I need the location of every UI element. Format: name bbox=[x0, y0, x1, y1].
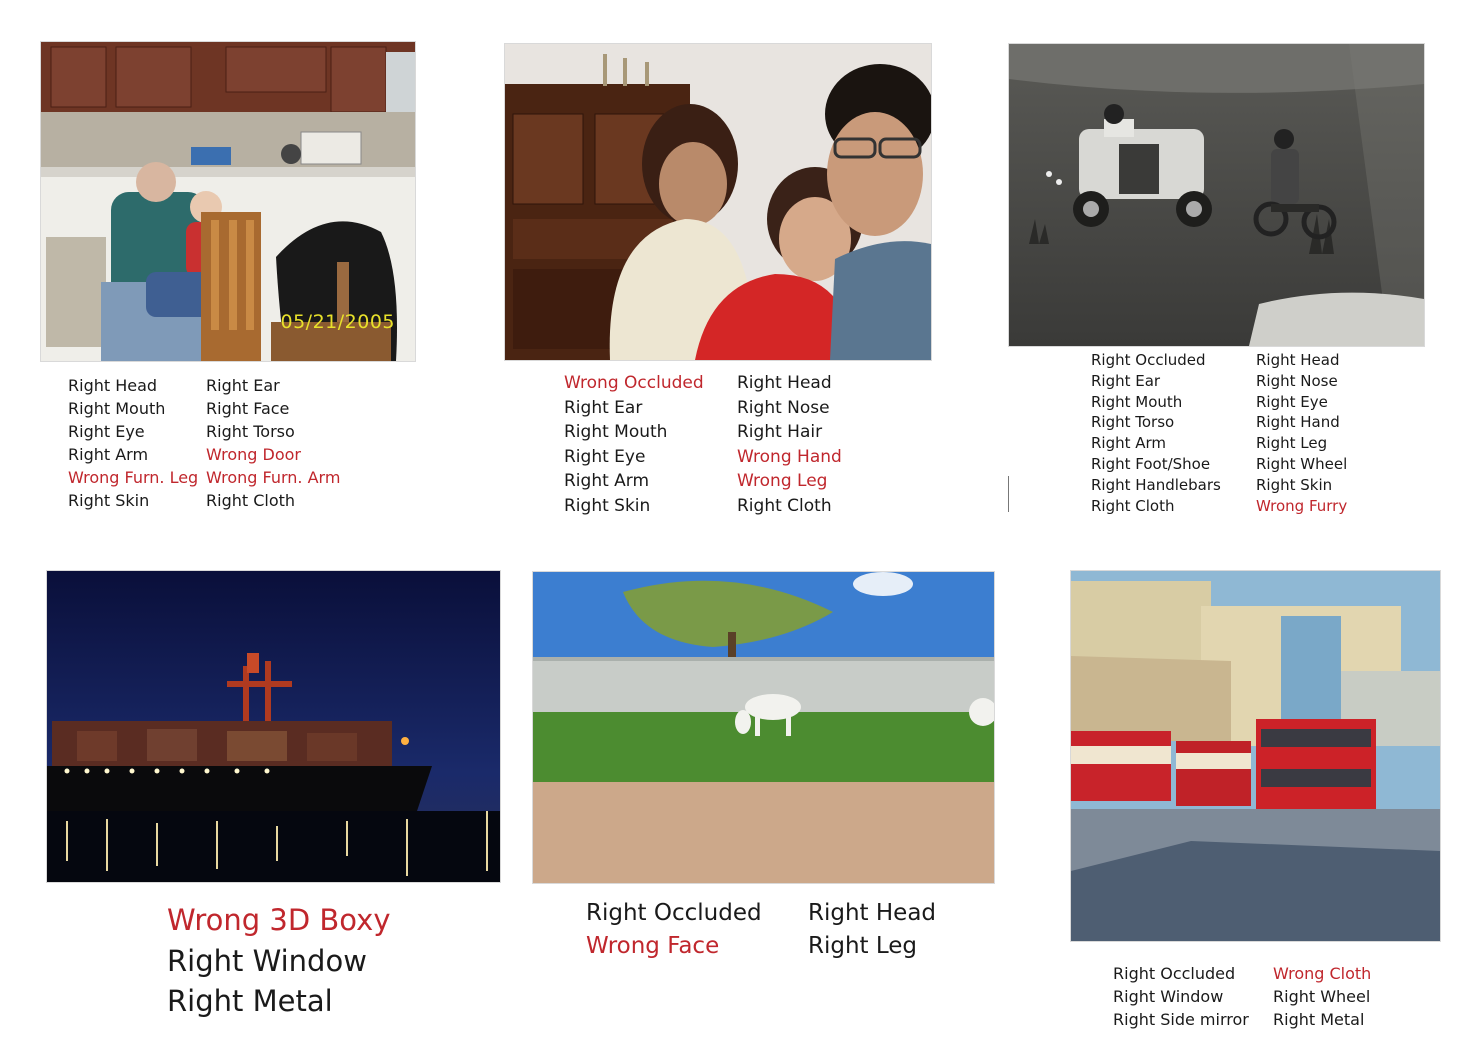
labels-panel-5-col-1: Right Occluded Wrong Face bbox=[586, 897, 762, 963]
label-item: Right Metal bbox=[1273, 1010, 1365, 1029]
labels-panel-4: Wrong 3D Boxy Right Window Right Metal bbox=[167, 900, 390, 1022]
photo-night-cargo-ship bbox=[47, 571, 500, 882]
label-item: Right Cloth bbox=[206, 491, 296, 510]
label-item: Right Head bbox=[1256, 351, 1340, 369]
labels-panel-2-col-1: Wrong Occluded Right Ear Right Mouth Rig… bbox=[564, 371, 704, 519]
label-item: Right Occluded bbox=[1113, 964, 1236, 983]
label-item: Right Ear bbox=[564, 397, 643, 418]
labels-panel-2-col-2: Right Head Right Nose Right Hair Wrong H… bbox=[737, 371, 842, 519]
label-item: Right Cloth bbox=[1091, 496, 1175, 515]
label-item: Right Foot/Shoe bbox=[1091, 454, 1211, 473]
label-item: Right Ear bbox=[1091, 371, 1161, 390]
photo-grazing-animals bbox=[533, 572, 994, 883]
label-item: Right Face bbox=[206, 399, 290, 418]
label-item: Right Hair bbox=[737, 422, 823, 443]
label-item: Wrong Leg bbox=[737, 471, 828, 492]
label-item: Right Skin bbox=[564, 495, 651, 516]
label-item: Right Mouth bbox=[68, 399, 166, 418]
label-item: Right Nose bbox=[1256, 371, 1338, 390]
label-item: Right Occluded bbox=[1091, 351, 1206, 369]
label-item: Wrong Door bbox=[206, 445, 301, 464]
label-item: Right Ear bbox=[206, 376, 280, 395]
labels-panel-5-col-2: Right Head Right Leg bbox=[808, 897, 936, 963]
labels-panel-3-col-2: Right Head Right Nose Right Eye Right Ha… bbox=[1256, 350, 1347, 516]
label-item: Right Head bbox=[808, 900, 937, 926]
label-item: Right Wheel bbox=[1273, 987, 1371, 1006]
photo-red-buses bbox=[1071, 571, 1440, 941]
label-item: Right Leg bbox=[808, 933, 918, 959]
label-item: Wrong Furn. Leg bbox=[68, 468, 199, 487]
label-item: Right Mouth bbox=[564, 422, 668, 443]
label-item: Right Eye bbox=[68, 422, 145, 441]
labels-panel-6-col-1: Right Occluded Right Window Right Side m… bbox=[1113, 962, 1249, 1031]
labels-panel-1-col-1: Right Head Right Mouth Right Eye Right A… bbox=[68, 374, 198, 512]
label-item: Right Head bbox=[737, 373, 832, 393]
labels-panel-3-col-1: Right Occluded Right Ear Right Mouth Rig… bbox=[1091, 350, 1221, 516]
label-item: Right Mouth bbox=[1091, 392, 1183, 411]
label-item: Wrong Furn. Arm bbox=[206, 468, 341, 487]
label-item: Right Window bbox=[1113, 987, 1224, 1006]
label-item: Right Skin bbox=[68, 491, 150, 510]
labels-panel-1-col-2: Right Ear Right Face Right Torso Wrong D… bbox=[206, 374, 340, 512]
label-item: Right Occluded bbox=[586, 900, 762, 926]
divider-line bbox=[1008, 476, 1009, 512]
date-stamp: 05/21/2005 bbox=[280, 311, 395, 333]
label-item: Right Nose bbox=[737, 397, 830, 418]
photo-three-people bbox=[505, 44, 931, 360]
label-item: Right Arm bbox=[68, 445, 149, 464]
label-item: Right Eye bbox=[1256, 392, 1328, 411]
photo-kitchen-grandmother-baby: 05/21/2005 bbox=[41, 42, 415, 361]
label-item: Right Wheel bbox=[1256, 454, 1348, 473]
label-item: Right Eye bbox=[564, 446, 646, 467]
label-item: Right Skin bbox=[1256, 475, 1333, 494]
label-item: Right Arm bbox=[564, 471, 650, 492]
label-item: Right Hand bbox=[1256, 413, 1340, 432]
label-item: Wrong 3D Boxy bbox=[167, 903, 391, 937]
label-item: Wrong Furry bbox=[1256, 496, 1348, 515]
label-item: Right Handlebars bbox=[1091, 475, 1221, 494]
label-item: Right Leg bbox=[1256, 434, 1328, 453]
label-item: Right Cloth bbox=[737, 495, 832, 516]
label-item: Right Side mirror bbox=[1113, 1010, 1249, 1029]
label-item: Wrong Hand bbox=[737, 446, 842, 467]
photo-vintage-car-motorcycle bbox=[1009, 44, 1424, 346]
labels-panel-6-col-2: Wrong Cloth Right Wheel Right Metal bbox=[1273, 962, 1371, 1031]
label-item: Right Window bbox=[167, 943, 367, 978]
label-item: Right Head bbox=[68, 376, 158, 395]
label-item: Right Torso bbox=[206, 422, 295, 441]
label-item: Wrong Cloth bbox=[1273, 964, 1372, 983]
label-item: Right Torso bbox=[1091, 413, 1175, 432]
label-item: Wrong Occluded bbox=[564, 373, 704, 393]
label-item: Right Metal bbox=[167, 984, 333, 1018]
label-item: Right Arm bbox=[1091, 434, 1167, 453]
label-item: Wrong Face bbox=[586, 933, 720, 959]
